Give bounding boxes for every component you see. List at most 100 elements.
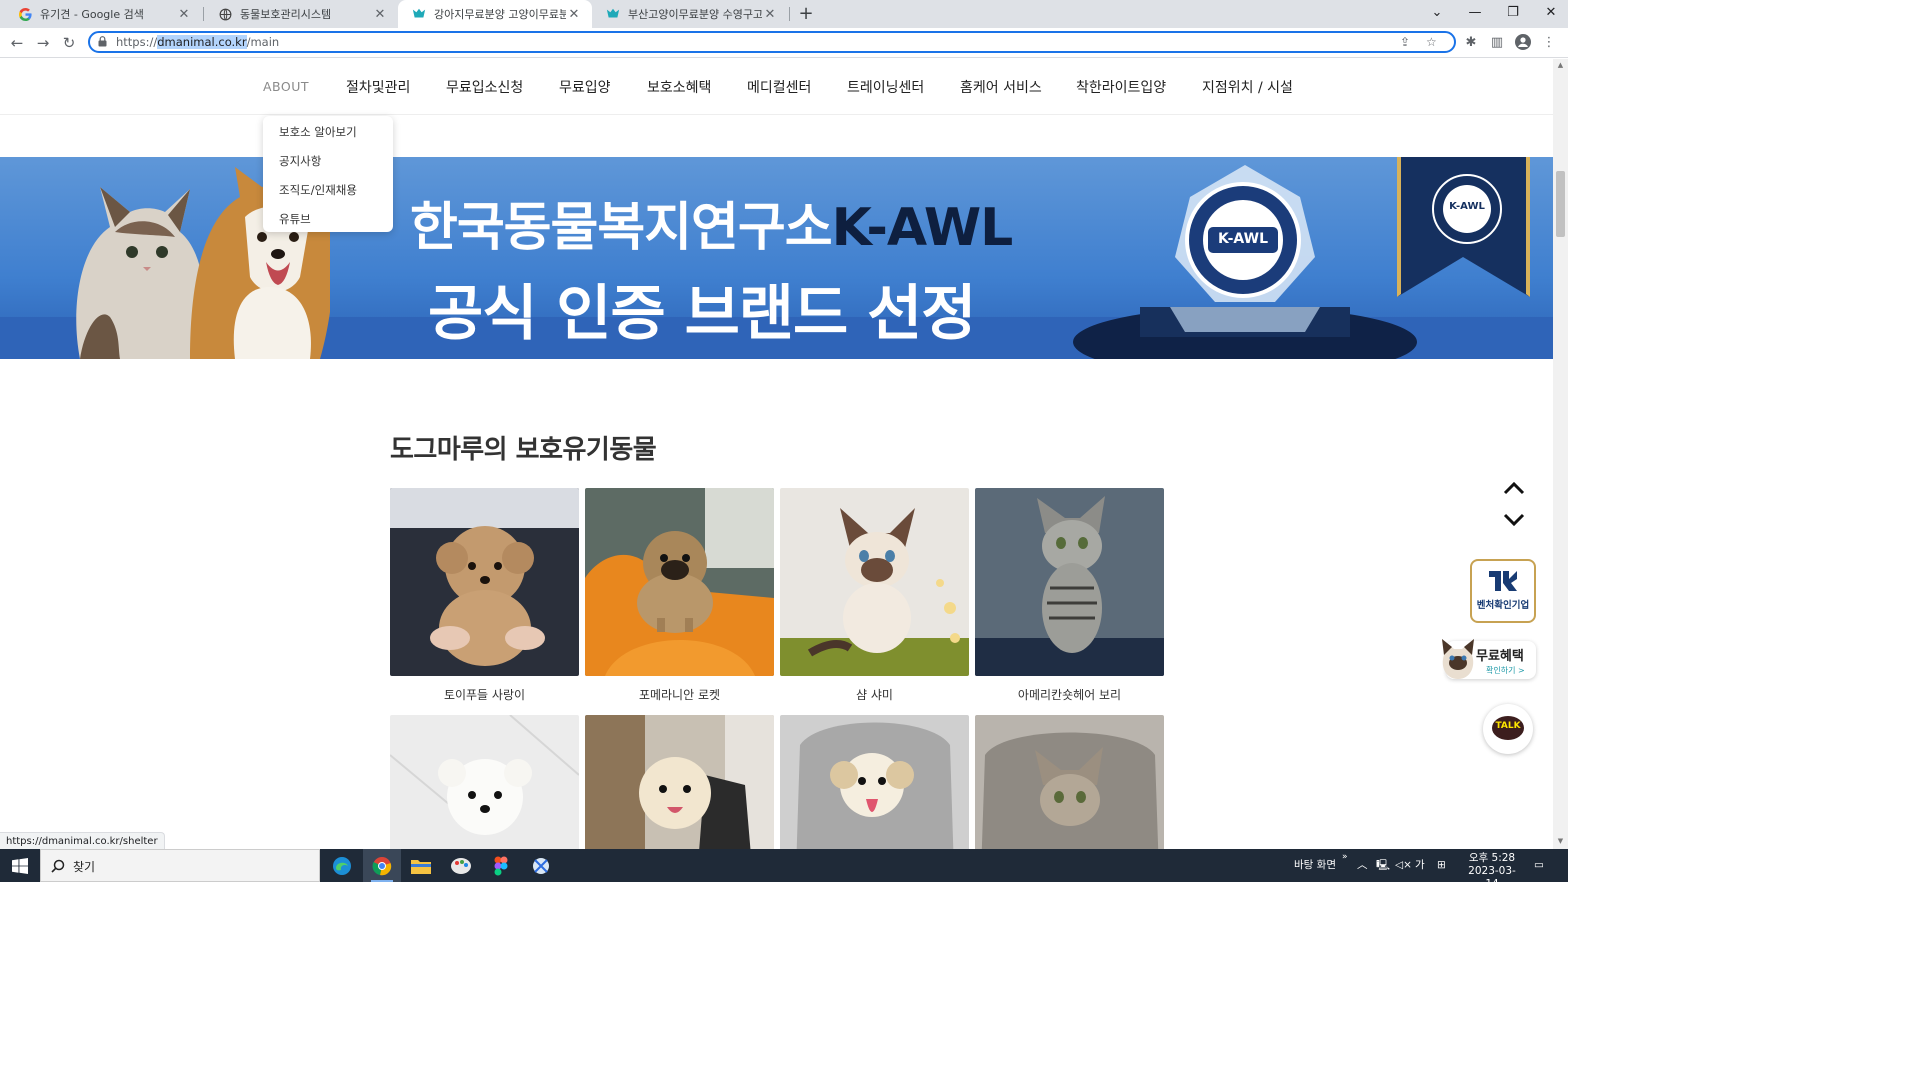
taskbar-search-box[interactable]: 찾기 xyxy=(40,849,320,882)
animal-card[interactable] xyxy=(975,715,1164,849)
animal-card[interactable] xyxy=(390,715,579,849)
browser-tab[interactable]: 동물보호관리시스템 ✕ xyxy=(204,0,398,28)
nav-light-adoption[interactable]: 착한라이트입양 xyxy=(1076,77,1166,97)
close-tab-icon[interactable]: ✕ xyxy=(372,7,388,22)
restore-button[interactable]: ❐ xyxy=(1494,0,1532,28)
scissors-icon xyxy=(533,858,549,874)
bookmark-star-icon[interactable]: ☆ xyxy=(1426,35,1437,49)
animal-photo[interactable] xyxy=(780,715,969,849)
ime-indicator[interactable]: 가 xyxy=(1415,849,1425,882)
notification-icon[interactable]: ▭ xyxy=(1534,849,1544,882)
browser-tab[interactable]: 부산고양이무료분양 수영구고양 ✕ xyxy=(592,0,788,28)
free-benefit-button[interactable]: 무료혜택 확인하기 > xyxy=(1438,637,1538,683)
animal-name[interactable]: 샴 샤미 xyxy=(780,686,969,703)
desktop-label[interactable]: 바탕 화면 xyxy=(1294,849,1336,882)
free-benefit-label: 무료혜택 xyxy=(1476,649,1524,664)
nav-about[interactable]: ABOUT xyxy=(263,79,309,94)
close-tab-icon[interactable]: ✕ xyxy=(762,7,778,22)
menu-item-youtube[interactable]: 유튜브 xyxy=(279,211,311,227)
tab-title: 동물보호관리시스템 xyxy=(240,8,332,21)
network-icon[interactable]: 🖳 xyxy=(1376,849,1390,882)
taskbar-snipping-tool[interactable] xyxy=(522,849,560,882)
animal-card[interactable]: 샴 샤미 xyxy=(780,488,969,703)
animal-card[interactable]: 포메라니안 로켓 xyxy=(585,488,774,703)
animal-name[interactable]: 아메리칸숏헤어 보리 xyxy=(975,686,1164,703)
url-scheme: https:// xyxy=(116,35,158,49)
chevron-up-icon xyxy=(1503,481,1525,495)
tab-title: 유기견 - Google 검색 xyxy=(40,8,144,21)
menu-item-organization[interactable]: 조직도/인재채용 xyxy=(279,182,357,198)
ime-mode-icon[interactable]: ⊞ xyxy=(1437,849,1446,882)
profile-icon[interactable] xyxy=(1514,34,1532,52)
animal-photo[interactable] xyxy=(975,488,1164,676)
venture-label: 벤처확인기업 xyxy=(1476,600,1530,611)
animal-photo[interactable] xyxy=(585,488,774,676)
close-tab-icon[interactable]: ✕ xyxy=(566,7,582,22)
animal-card[interactable] xyxy=(780,715,969,849)
taskbar-figma[interactable] xyxy=(482,849,520,882)
animal-name[interactable]: 포메라니안 로켓 xyxy=(585,686,774,703)
reload-icon[interactable]: ↻ xyxy=(57,31,81,55)
animal-photo[interactable] xyxy=(780,488,969,676)
clock-time: 오후 5:28 xyxy=(1468,852,1516,864)
nav-medical-center[interactable]: 메디컬센터 xyxy=(747,77,811,97)
extensions-icon[interactable]: ✱ xyxy=(1462,34,1480,52)
page-scrollbar[interactable]: ▲ ▼ xyxy=(1553,59,1568,849)
scroll-up-arrow-icon[interactable]: ▲ xyxy=(1556,61,1565,69)
animal-photo[interactable] xyxy=(390,715,579,849)
side-panel-icon[interactable]: ▥ xyxy=(1488,34,1506,52)
scroll-up-button[interactable] xyxy=(1496,473,1532,503)
menu-item-notices[interactable]: 공지사항 xyxy=(279,153,321,169)
nav-training-center[interactable]: 트레이닝센터 xyxy=(847,77,924,97)
close-window-button[interactable]: ✕ xyxy=(1532,0,1570,28)
minimize-button[interactable]: — xyxy=(1456,0,1494,28)
palette-icon xyxy=(451,858,471,874)
new-tab-button[interactable]: + xyxy=(796,4,816,24)
clock-date: 2023-03-14 xyxy=(1468,865,1516,890)
volume-icon[interactable]: ◁× xyxy=(1395,849,1412,882)
animal-name[interactable]: 토이푸들 사랑이 xyxy=(390,686,579,703)
browser-tab-strip: 유기견 - Google 검색 ✕ 동물보호관리시스템 ✕ 강아지무료분양 고양… xyxy=(0,0,1568,28)
ribbon-text: K-AWL xyxy=(1449,201,1485,212)
taskbar-edge[interactable] xyxy=(323,849,361,882)
taskbar-file-explorer[interactable] xyxy=(402,849,440,882)
search-icon xyxy=(51,859,65,873)
share-icon[interactable]: ⇪ xyxy=(1400,35,1410,49)
nav-locations[interactable]: 지점위치 / 시설 xyxy=(1202,77,1293,97)
browser-tab[interactable]: 유기견 - Google 검색 ✕ xyxy=(4,0,202,28)
nav-shelter-benefits[interactable]: 보호소혜택 xyxy=(647,77,711,97)
animal-card[interactable]: 아메리칸숏헤어 보리 xyxy=(975,488,1164,703)
chrome-menu-icon[interactable]: ⋮ xyxy=(1540,34,1558,52)
animal-card[interactable]: 토이푸들 사랑이 xyxy=(390,488,579,703)
back-icon[interactable]: ← xyxy=(5,31,29,55)
banner-headline: 한국동물복지연구소K-AWL xyxy=(410,185,1013,260)
nav-procedure[interactable]: 절차및관리 xyxy=(346,77,410,97)
taskbar-paint-app[interactable] xyxy=(442,849,480,882)
tray-chevron-up-icon[interactable]: ︿ xyxy=(1357,849,1368,882)
clock[interactable]: 오후 5:28 2023-03-14 xyxy=(1462,849,1522,890)
kakao-talk-button[interactable]: TALK xyxy=(1483,704,1533,754)
address-bar[interactable]: https://dmanimal.co.kr/main ⇪ ☆ xyxy=(88,31,1456,53)
edge-icon xyxy=(333,857,351,875)
browser-tab-active[interactable]: 강아지무료분양 고양이무료분양 ✕ xyxy=(398,0,592,28)
scrollbar-thumb[interactable] xyxy=(1556,171,1565,237)
animal-photo[interactable] xyxy=(390,488,579,676)
start-button[interactable] xyxy=(0,849,40,882)
animal-photo[interactable] xyxy=(585,715,774,849)
link-hover-url: https://dmanimal.co.kr/shelter xyxy=(0,832,165,849)
desktop-expand-icon[interactable]: » xyxy=(1342,841,1348,874)
nav-free-adoption[interactable]: 무료입양 xyxy=(559,77,611,97)
nav-free-admission[interactable]: 무료입소신청 xyxy=(446,77,523,97)
venture-company-badge[interactable]: 벤처확인기업 xyxy=(1470,559,1536,623)
scroll-down-arrow-icon[interactable]: ▼ xyxy=(1556,837,1565,845)
close-tab-icon[interactable]: ✕ xyxy=(176,7,192,22)
animal-card[interactable] xyxy=(585,715,774,849)
animal-photo[interactable] xyxy=(975,715,1164,849)
tab-search-icon[interactable]: ⌄ xyxy=(1418,0,1456,28)
menu-item-shelter-info[interactable]: 보호소 알아보기 xyxy=(279,124,357,140)
forward-icon[interactable]: → xyxy=(31,31,55,55)
taskbar-chrome[interactable] xyxy=(363,849,401,882)
nav-homecare[interactable]: 홈케어 서비스 xyxy=(960,77,1042,97)
scroll-down-button[interactable] xyxy=(1496,507,1532,537)
hero-banner[interactable]: 한국동물복지연구소K-AWL 공식 인증 브랜드 선정 K-AWL K-AWL xyxy=(0,157,1553,359)
